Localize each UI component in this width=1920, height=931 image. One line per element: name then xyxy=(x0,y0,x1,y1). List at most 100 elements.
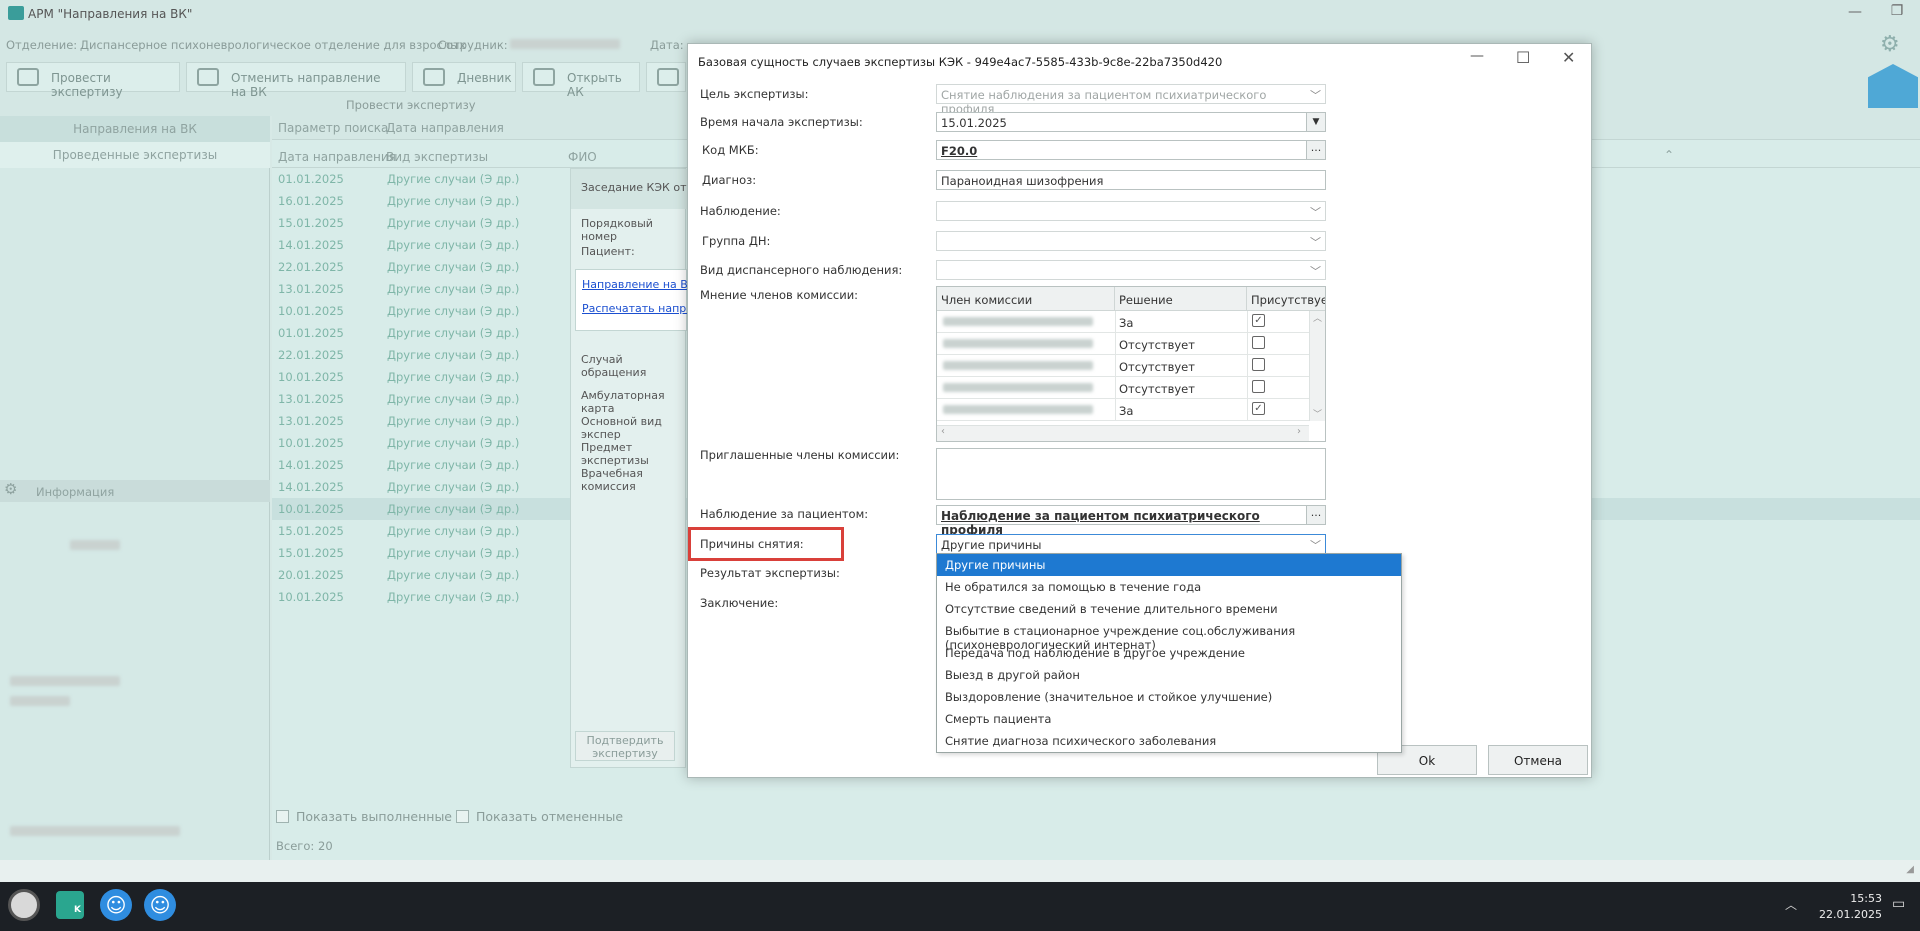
dropdown-option[interactable]: Передача под наблюдение в другое учрежде… xyxy=(937,642,1401,664)
mkb-select-button[interactable]: ... xyxy=(1306,141,1325,159)
dialog-maximize-icon[interactable]: ☐ xyxy=(1516,48,1530,67)
dn-group-select[interactable]: ﹀ xyxy=(936,231,1326,251)
dropdown-option[interactable]: Выезд в другой район xyxy=(937,664,1401,686)
nav-item-conducted[interactable]: Проведенные экспертизы xyxy=(0,142,270,168)
decision-cell[interactable]: За xyxy=(1119,404,1133,418)
scroll-left-icon[interactable]: ‹ xyxy=(941,426,945,437)
mail-icon[interactable] xyxy=(1868,64,1918,108)
mkb-field[interactable]: F20.0 ... xyxy=(936,140,1326,160)
decision-cell[interactable]: Отсутствует xyxy=(1119,382,1195,396)
dropdown-option[interactable]: Отсутствие сведений в течение длительног… xyxy=(937,598,1401,620)
archive-icon xyxy=(533,68,555,86)
dropdown-option[interactable]: Выздоровление (значительное и стойкое ул… xyxy=(937,686,1401,708)
info-blurred-1 xyxy=(70,540,120,550)
vertical-scrollbar[interactable]: ︿ ﹀ xyxy=(1309,311,1325,421)
conduct-expertise-button[interactable]: Провести экспертизу xyxy=(6,62,180,99)
confirm-expertise-button[interactable]: Подтвердить экспертизу xyxy=(575,731,675,761)
col-decision-header[interactable]: Решение xyxy=(1115,287,1247,311)
present-checkbox[interactable]: ✓ xyxy=(1252,314,1265,327)
date-label: Дата: xyxy=(650,38,684,52)
row-type: Другие случаи (Э др.) xyxy=(387,480,520,494)
start-icon[interactable] xyxy=(8,889,40,921)
settings-gear-icon[interactable]: ⚙ xyxy=(4,480,17,498)
cancel-referral-button[interactable]: Отменить направление на ВК xyxy=(186,62,406,99)
dialog-close-icon[interactable]: ✕ xyxy=(1562,48,1575,67)
column-divider xyxy=(1247,355,1248,377)
commission-row[interactable]: За ✓ xyxy=(937,311,1309,333)
dialog-minimize-icon[interactable]: — xyxy=(1470,48,1484,64)
dropdown-option[interactable]: Другие причины xyxy=(937,554,1401,576)
col-present-header[interactable]: Присутствует xyxy=(1247,287,1325,311)
tray-chevron-icon[interactable]: ︿ xyxy=(1785,896,1797,913)
patient-obs-select-button[interactable]: ... xyxy=(1306,506,1325,524)
col-date-header[interactable]: Дата направления xyxy=(278,150,396,164)
diary-button[interactable]: Дневник xyxy=(412,62,516,92)
dropdown-option[interactable]: Снятие диагноза психического заболевания xyxy=(937,730,1401,752)
dropdown-option[interactable]: Смерть пациента xyxy=(937,708,1401,730)
clock-time[interactable]: 15:53 xyxy=(1828,892,1882,905)
checkbox-cancelled-box[interactable] xyxy=(456,810,469,823)
commission-row[interactable]: За ✓ xyxy=(937,399,1309,421)
diagnosis-label: Диагноз: xyxy=(702,173,757,187)
minimize-icon[interactable]: — xyxy=(1840,4,1870,20)
app-taskbar-icon[interactable]: K xyxy=(56,891,84,919)
present-checkbox[interactable]: ✓ xyxy=(1252,402,1265,415)
gear-icon[interactable]: ⚙ xyxy=(1880,32,1900,57)
clock-date[interactable]: 22.01.2025 xyxy=(1818,908,1882,921)
col-type-header[interactable]: Вид экспертизы xyxy=(386,150,488,164)
dispensary-select[interactable]: ﹀ xyxy=(936,260,1326,280)
row-date: 22.01.2025 xyxy=(278,260,344,274)
observation-select[interactable]: ﹀ xyxy=(936,201,1326,221)
decision-cell[interactable]: Отсутствует xyxy=(1119,338,1195,352)
scroll-right-icon[interactable]: › xyxy=(1297,426,1301,437)
dropdown-option[interactable]: Не обратился за помощью в течение года xyxy=(937,576,1401,598)
checkbox-done-box[interactable] xyxy=(276,810,289,823)
more-tool-button[interactable] xyxy=(646,62,686,92)
decision-cell[interactable]: За xyxy=(1119,316,1133,330)
total-value: 20 xyxy=(318,839,333,853)
book-icon xyxy=(423,68,445,86)
diagnosis-input[interactable]: Параноидная шизофрения xyxy=(936,170,1326,190)
member-name-blurred xyxy=(943,383,1093,392)
present-checkbox[interactable] xyxy=(1252,358,1265,371)
member-name-blurred xyxy=(943,339,1093,348)
cancel-button[interactable]: Отмена xyxy=(1488,745,1588,775)
column-divider xyxy=(1115,355,1116,377)
col-member-header[interactable]: Член комиссии xyxy=(937,287,1115,311)
patient-obs-field[interactable]: Наблюдение за пациентом психиатрического… xyxy=(936,505,1326,537)
calendar-dropdown-icon[interactable]: ▼ xyxy=(1306,113,1325,131)
commission-row[interactable]: Отсутствует xyxy=(937,355,1309,377)
commission-row[interactable]: Отсутствует xyxy=(937,333,1309,355)
nav-item-referrals[interactable]: Направления на ВК xyxy=(0,116,270,142)
present-checkbox[interactable] xyxy=(1252,380,1265,393)
resize-grip-icon[interactable]: ◢ xyxy=(1906,864,1914,875)
sort-up-icon[interactable]: ⌃ xyxy=(1664,148,1674,162)
present-checkbox[interactable] xyxy=(1252,336,1265,349)
commission-label: Врачебная комиссия xyxy=(581,467,643,493)
col-fio-header[interactable]: ФИО xyxy=(568,150,597,164)
decision-cell[interactable]: Отсутствует xyxy=(1119,360,1195,374)
row-date: 01.01.2025 xyxy=(278,172,344,186)
info-blurred-2 xyxy=(10,676,120,686)
accessibility-icon[interactable]: ☺ xyxy=(100,889,132,921)
referral-link[interactable]: Направление на ВК xyxy=(582,278,696,291)
accessibility-2-icon[interactable]: ☺ xyxy=(144,889,176,921)
row-type: Другие случаи (Э др.) xyxy=(387,590,520,604)
reasons-select[interactable]: Другие причины ﹀ xyxy=(936,534,1326,554)
column-divider xyxy=(1115,311,1116,333)
scroll-down-icon[interactable]: ﹀ xyxy=(1313,407,1322,420)
row-date: 14.01.2025 xyxy=(278,238,344,252)
date-filter-label[interactable]: Дата направления xyxy=(386,121,504,135)
commission-row[interactable]: Отсутствует xyxy=(937,377,1309,399)
invited-textarea[interactable] xyxy=(936,448,1326,500)
open-ak-button[interactable]: Открыть АК xyxy=(522,62,640,99)
row-type: Другие случаи (Э др.) xyxy=(387,172,520,186)
notifications-icon[interactable]: ▭ xyxy=(1892,896,1905,912)
restore-icon[interactable]: ❐ xyxy=(1882,3,1912,19)
people-cancel-icon xyxy=(197,68,219,86)
purpose-select[interactable]: Снятие наблюдения за пациентом психиатри… xyxy=(936,84,1326,116)
horizontal-scrollbar[interactable]: ‹ › xyxy=(937,425,1309,441)
start-time-input[interactable]: 15.01.2025 ▼ xyxy=(936,112,1326,132)
dropdown-option[interactable]: Выбытие в стационарное учреждение соц.об… xyxy=(937,620,1401,652)
scroll-up-icon[interactable]: ︿ xyxy=(1313,311,1322,324)
